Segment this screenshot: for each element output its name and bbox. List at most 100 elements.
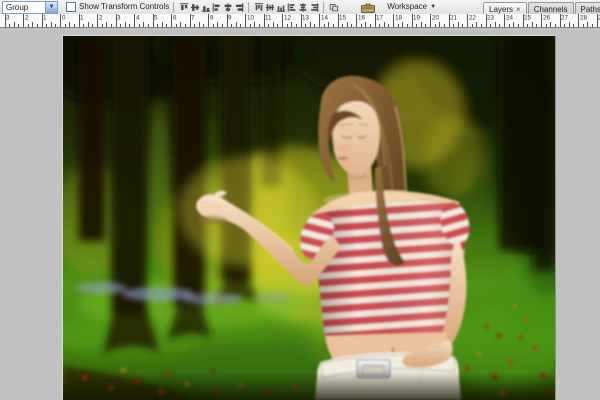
ruler-minor-tick [342,24,344,27]
ruler-minor-tick [369,24,371,27]
ruler-minor-tick [55,24,57,27]
distribute-vertical-centers-icon[interactable] [264,1,275,13]
ruler-minor-tick [476,22,478,27]
palette-tab-label: Paths [580,4,600,14]
distribute-right-edges-icon[interactable] [308,1,319,13]
ruler-minor-tick [379,24,381,27]
ruler-minor-tick [490,24,492,27]
ruler-number: 20 [431,14,439,22]
ruler-minor-tick [120,24,122,27]
auto-select-group-value: Group [6,2,29,12]
ruler-minor-tick [110,24,112,27]
ruler-minor-tick [416,24,418,27]
close-icon[interactable]: × [516,5,521,14]
ruler-minor-tick [425,24,427,27]
ruler-minor-tick [64,24,66,27]
ruler-number: 28 [579,14,587,22]
ruler-minor-tick [568,22,570,27]
ruler-minor-tick [221,24,223,27]
distribute-top-edges-icon[interactable] [253,1,264,13]
ruler-minor-tick [360,24,362,27]
ruler-minor-tick [46,24,48,27]
ruler-minor-tick [471,24,473,27]
ruler-number: 24 [505,14,513,22]
align-top-edges-icon[interactable] [178,1,189,13]
ruler-minor-tick [383,22,385,27]
palette-tab-bar: Layers × Channels Paths [483,0,600,14]
ruler-minor-tick [194,24,196,27]
ruler-minor-tick [402,22,404,27]
ruler-minor-tick [32,22,34,27]
align-bottom-edges-icon[interactable] [200,1,211,13]
ruler-number: 25 [524,14,531,22]
ruler-minor-tick [351,24,353,27]
ruler-minor-tick [161,22,163,27]
dropdown-arrow-icon[interactable]: ▼ [45,1,57,13]
ruler-minor-tick [397,24,399,27]
ruler-minor-tick [587,22,589,27]
palette-tab-channels[interactable]: Channels [527,2,574,14]
auto-select-group-dropdown[interactable]: Group ▼ [2,0,58,14]
ruler-minor-tick [27,24,29,27]
ruler-minor-tick [143,22,145,27]
ruler-number: 3 [117,14,121,22]
ruler-major-tick [319,14,320,27]
ruler-minor-tick [198,22,200,27]
ruler-minor-tick [457,22,459,27]
ruler-major-tick [171,14,172,27]
ruler-major-tick [467,14,468,27]
canvas-workspace [0,28,600,400]
distribute-bottom-edges-icon[interactable] [275,1,286,13]
align-left-edges-icon[interactable] [211,1,222,13]
ruler-minor-tick [564,24,566,27]
align-right-edges-icon[interactable] [233,1,244,13]
ruler-minor-tick [406,24,408,27]
distribute-horizontal-centers-icon[interactable] [297,1,308,13]
ruler-minor-tick [9,24,11,27]
ruler-minor-tick [69,22,71,27]
ruler-minor-tick [254,22,256,27]
palette-tab-layers[interactable]: Layers × [483,2,527,14]
horizontal-ruler[interactable]: 3 2 1 0 1 2 3 4 5 6 7 8 9 10 11 12 13 14 15 16 17 18 19 20 21 22 2… [0,14,600,28]
ruler-minor-tick [101,24,103,27]
palette-tab-label: Layers [489,4,514,14]
photoshop-window: Group ▼ Show Transform Controls Workspac… [0,0,600,400]
align-vertical-centers-icon[interactable] [189,1,200,13]
ruler-number: 16 [357,14,365,22]
ruler-minor-tick [124,22,126,27]
separator [173,1,175,13]
ruler-number: 4 [135,14,139,22]
ruler-minor-tick [231,24,233,27]
show-transform-controls-checkbox[interactable] [66,2,76,12]
ruler-minor-tick [531,22,533,27]
ruler-minor-tick [175,24,177,27]
palette-tab-paths[interactable]: Paths [574,2,600,14]
ruler-number: 3 [6,14,10,22]
forest-portrait-document[interactable] [63,36,555,400]
ruler-number: 9 [228,14,232,22]
ruler-minor-tick [212,24,214,27]
ruler-number: 18 [394,14,402,22]
auto-align-layers-button[interactable] [328,1,339,13]
ruler-minor-tick [157,24,159,27]
ruler-number: 17 [376,14,383,22]
ruler-number: 23 [487,14,494,22]
ruler-minor-tick [573,24,575,27]
workspace-dropdown[interactable]: Workspace ▼ [387,2,436,12]
distribute-left-edges-icon[interactable] [286,1,297,13]
ruler-minor-tick [517,24,519,27]
ruler-minor-tick [453,24,455,27]
ruler-minor-tick [92,24,94,27]
ruler-minor-tick [554,24,556,27]
ruler-minor-tick [388,24,390,27]
ruler-major-tick [578,14,579,27]
ruler-number: 14 [320,14,328,22]
ruler-number: 6 [172,14,176,22]
ruler-major-tick [23,14,24,27]
align-horizontal-centers-icon[interactable] [222,1,233,13]
go-to-bridge-button[interactable] [359,1,377,13]
workspace-label: Workspace [387,2,428,11]
align-buttons-group [178,1,244,13]
ruler-number: 10 [246,14,254,22]
ruler-minor-tick [545,24,547,27]
